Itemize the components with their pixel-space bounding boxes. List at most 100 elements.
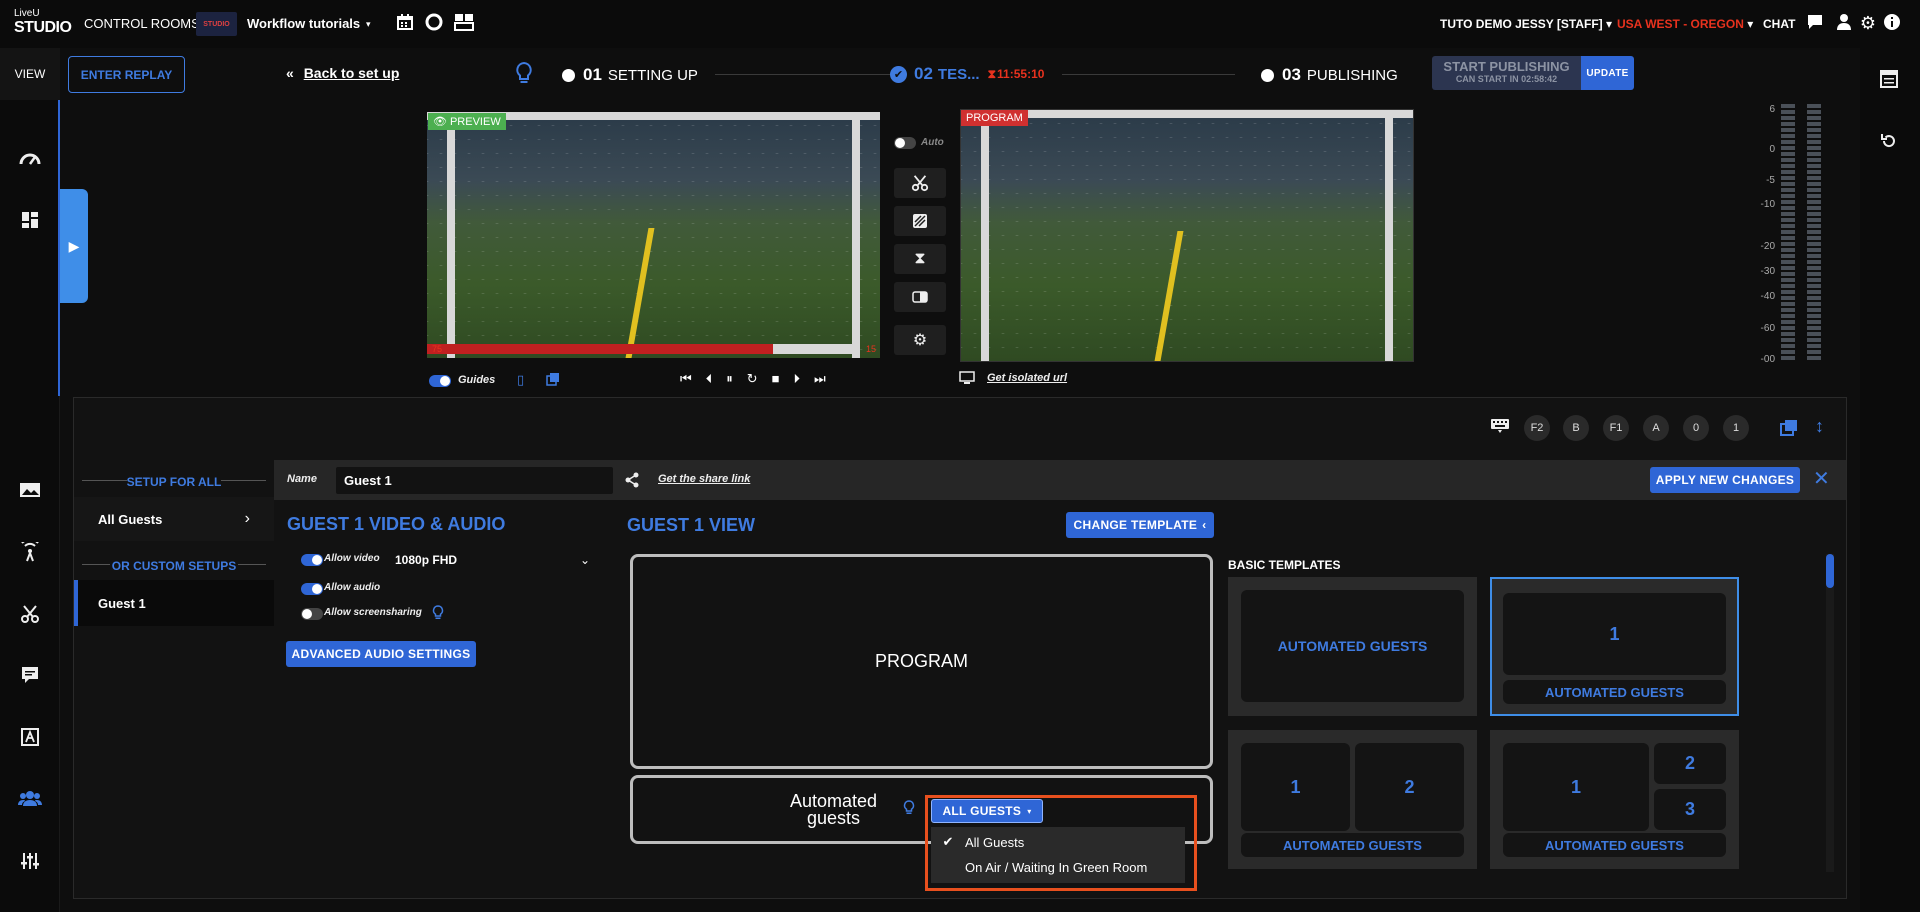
template-4-slot-2: 2 (1654, 743, 1726, 784)
shortcut-b[interactable]: B (1563, 415, 1589, 441)
get-isolated-url-link[interactable]: Get isolated url (987, 372, 1067, 384)
layout-grid-icon[interactable] (18, 211, 42, 235)
skip-to-end-icon[interactable]: ⏭ (814, 371, 826, 387)
step-2[interactable]: ✔ 02 TES... ⧗ 11:55:10 (890, 64, 1044, 84)
templates-scrollbar[interactable] (1826, 554, 1834, 872)
wipe-transition-button[interactable] (894, 206, 946, 236)
shortcut-f2[interactable]: F2 (1524, 415, 1550, 441)
start-publishing-button[interactable]: START PUBLISHING CAN START IN 02:58:42 (1432, 56, 1581, 90)
pause-icon[interactable]: ⏸ (726, 371, 733, 387)
layout-icon[interactable] (454, 13, 474, 33)
allow-audio-toggle[interactable] (301, 583, 323, 595)
liveu-logo[interactable]: LiveU STUDIO (14, 9, 72, 39)
settings-gear-button[interactable]: ⚙ (894, 325, 946, 355)
undo-history-icon[interactable] (1880, 132, 1898, 155)
option-all-guests-label: All Guests (965, 834, 1025, 850)
custom-setups-label: OR CUSTOM SETUPS (111, 559, 237, 573)
preview-left-time: 75 (432, 344, 443, 354)
step-1[interactable]: 01 SETTING UP (562, 65, 698, 85)
allow-audio-label: Allow audio (324, 582, 381, 593)
template-two-guests[interactable]: 1 2 AUTOMATED GUESTS (1228, 730, 1477, 869)
automated-tip-icon[interactable] (903, 800, 915, 821)
preview-scrub-bar[interactable] (427, 344, 859, 354)
allow-video-toggle[interactable] (301, 554, 323, 566)
audio-mixer-icon[interactable] (18, 851, 42, 875)
hourglass-button[interactable]: ⧗ (894, 244, 946, 274)
resolution-select[interactable]: 1080p FHD ⌄ (395, 550, 590, 570)
template-automated-only[interactable]: AUTOMATED GUESTS (1228, 577, 1477, 716)
broadcast-icon[interactable] (18, 538, 42, 566)
template-one-guest[interactable]: 1 AUTOMATED GUESTS (1490, 577, 1739, 716)
room-name[interactable]: Workflow tutorials (247, 16, 360, 31)
info-icon[interactable] (1882, 13, 1902, 33)
copy-layers-icon[interactable] (546, 372, 560, 391)
skip-to-start-icon[interactable]: ⏮ (680, 371, 692, 387)
dropdown-option-all-guests[interactable]: ✔ All Guests (931, 831, 1185, 853)
update-button[interactable]: UPDATE (1581, 56, 1634, 90)
shortcut-a[interactable]: A (1643, 415, 1669, 441)
region-menu[interactable]: USA WEST - OREGON ▾ (1617, 17, 1753, 31)
user-icon[interactable] (1834, 13, 1854, 33)
rundown-list-icon[interactable] (1880, 70, 1898, 93)
control-rooms-link[interactable]: CONTROL ROOMS (84, 16, 200, 31)
meter-tick-label: -40 (1760, 291, 1775, 302)
allow-screensharing-toggle[interactable] (301, 608, 323, 620)
gear-icon[interactable]: ⚙ (1858, 13, 1878, 33)
lightbulb-tip-icon[interactable] (515, 61, 533, 91)
previous-icon[interactable]: ⏴ (706, 371, 713, 387)
advanced-audio-settings-button[interactable]: ADVANCED AUDIO SETTINGS (286, 641, 476, 667)
keyboard-icon[interactable] (1490, 418, 1510, 439)
back-to-setup-link[interactable]: « Back to set up (286, 65, 399, 81)
shortcut-0[interactable]: 0 (1683, 415, 1709, 441)
enter-replay-button[interactable]: ENTER REPLAY (68, 56, 185, 93)
all-guests-item[interactable]: All Guests › (74, 497, 274, 541)
back-to-setup-label: Back to set up (303, 65, 400, 81)
captions-icon[interactable] (18, 665, 42, 689)
close-icon[interactable]: ✕ (1813, 466, 1830, 491)
chat-icon[interactable] (1805, 13, 1825, 33)
all-guests-dropdown-button[interactable]: ALL GUESTS ▾ (931, 799, 1043, 823)
guest-view-title: GUEST 1 VIEW (627, 515, 756, 535)
stop-icon[interactable]: ■ (772, 371, 780, 387)
guests-users-icon[interactable] (18, 789, 42, 813)
change-template-button[interactable]: CHANGE TEMPLATE ‹ (1066, 512, 1214, 538)
replay-icon[interactable]: ↻ (747, 371, 758, 387)
chat-label[interactable]: CHAT (1763, 17, 1795, 31)
templates-scroll-thumb[interactable] (1826, 554, 1834, 588)
apply-new-changes-button[interactable]: APPLY NEW CHANGES (1650, 467, 1800, 493)
shortcut-1[interactable]: 1 (1723, 415, 1749, 441)
swap-sources-button[interactable] (894, 282, 946, 312)
dropdown-option-on-air[interactable]: On Air / Waiting In Green Room (931, 856, 1185, 878)
setup-for-all-heading: SETUP FOR ALL (74, 473, 274, 491)
auto-toggle[interactable] (894, 137, 916, 149)
dashboard-gauge-icon[interactable] (18, 148, 42, 172)
setup-for-all-label: SETUP FOR ALL (126, 475, 222, 489)
mobile-device-icon[interactable]: ▯ (517, 372, 524, 388)
all-guests-dropdown-menu: ✔ All Guests On Air / Waiting In Green R… (931, 827, 1185, 883)
preview-video[interactable] (427, 112, 880, 358)
guides-toggle[interactable] (429, 375, 451, 387)
get-share-link[interactable]: Get the share link (658, 473, 750, 485)
shortcut-f1[interactable]: F1 (1603, 415, 1629, 441)
room-dropdown-icon[interactable]: ▾ (366, 19, 371, 30)
expand-panel-handle[interactable]: ▶ (60, 189, 88, 303)
transitions-scissors-icon[interactable] (18, 604, 42, 628)
step-3[interactable]: 03 PUBLISHING (1261, 65, 1398, 85)
pop-out-icon[interactable] (1780, 419, 1798, 442)
cut-scissors-button[interactable] (894, 168, 946, 198)
calendar-icon[interactable] (395, 13, 415, 33)
view-tab[interactable]: VIEW (0, 48, 60, 100)
screensharing-tip-icon[interactable] (432, 605, 444, 626)
user-menu[interactable]: TUTO DEMO JESSY [STAFF] ▾ (1440, 17, 1612, 31)
program-video[interactable] (960, 109, 1414, 362)
lifebuoy-icon[interactable] (424, 13, 444, 33)
resize-vertical-icon[interactable]: ↕ (1815, 416, 1824, 437)
template-three-guests[interactable]: 1 2 3 AUTOMATED GUESTS (1490, 730, 1739, 869)
guest-1-item[interactable]: Guest 1 (74, 580, 274, 626)
media-image-icon[interactable] (18, 481, 42, 505)
text-graphics-icon[interactable] (18, 727, 42, 751)
share-icon[interactable] (624, 472, 640, 493)
program-view-box[interactable]: PROGRAM (630, 554, 1213, 769)
guest-name-input[interactable] (336, 467, 613, 494)
next-icon[interactable]: ⏵ (793, 371, 800, 387)
